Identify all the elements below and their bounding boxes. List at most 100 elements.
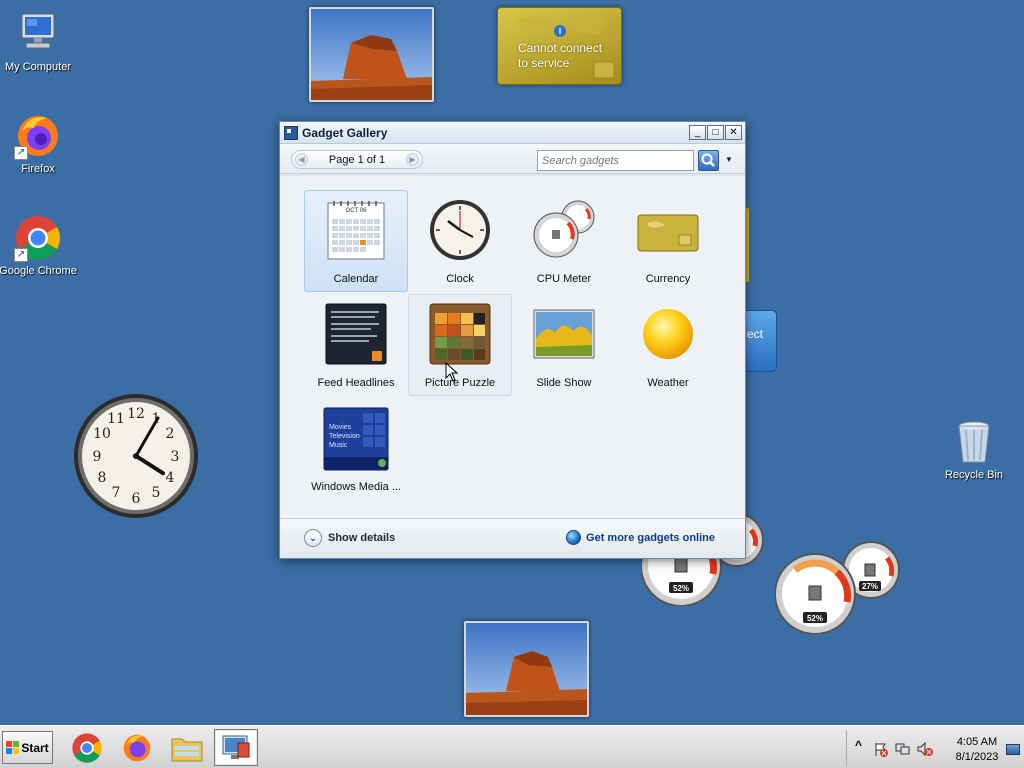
chrome-icon — [72, 732, 102, 763]
svg-text:2: 2 — [166, 426, 175, 442]
svg-text:3: 3 — [171, 449, 180, 465]
title-bar[interactable]: Gadget Gallery _ □ ✕ — [280, 122, 745, 144]
taskbar-item-chrome[interactable] — [65, 729, 109, 766]
firefox-icon — [123, 734, 151, 761]
gadget-tile-windows-media-center[interactable]: Movies Television Music Windows Media ..… — [304, 398, 408, 500]
search-options-dropdown[interactable]: ▼ — [725, 155, 733, 164]
volume-muted-icon[interactable] — [917, 741, 933, 757]
close-button[interactable]: ✕ — [725, 125, 742, 140]
gadget-label: Clock — [446, 273, 474, 285]
slideshow-gadget-2[interactable] — [464, 621, 589, 717]
clock-icon — [430, 200, 490, 260]
currency-icon — [637, 214, 699, 252]
gadgets-app-icon — [284, 125, 298, 140]
start-button[interactable]: Start — [2, 731, 53, 764]
search-button[interactable] — [698, 150, 719, 171]
gadget-label: Weather — [647, 377, 689, 389]
slide-show-icon — [533, 309, 595, 359]
gadget-tile-feed-headlines[interactable]: Feed Headlines — [304, 294, 408, 396]
hidden-gadget-edge-blue: ect — [745, 310, 777, 372]
recycle-bin-icon — [950, 418, 998, 466]
svg-text:10: 10 — [93, 426, 111, 442]
desktop-icon-firefox[interactable]: ↗ Firefox — [0, 112, 78, 175]
show-details-label: Show details — [328, 532, 396, 544]
shortcut-arrow-icon: ↗ — [14, 146, 28, 160]
folder-icon — [171, 738, 203, 761]
cpu-percentage: 52% — [672, 584, 689, 593]
gadget-tile-picture-puzzle[interactable]: Picture Puzzle — [408, 294, 512, 396]
start-label: Start — [21, 740, 49, 755]
taskbar-clock-date[interactable]: 8/1/2023 — [951, 751, 1003, 763]
get-more-gadgets-link[interactable]: Get more gadgets online — [566, 530, 715, 545]
gadget-tile-slide-show[interactable]: Slide Show — [512, 294, 616, 396]
action-center-flag-icon[interactable] — [873, 741, 889, 757]
gadgets-icon — [222, 735, 250, 759]
next-page-button[interactable]: ▶ — [406, 153, 419, 166]
desktop-icon-label: Recycle Bin — [944, 469, 1004, 481]
windows-logo-icon — [6, 741, 20, 754]
minimize-button[interactable]: _ — [689, 125, 706, 140]
window-title: Gadget Gallery — [302, 125, 388, 140]
chrome-icon: ↗ — [14, 214, 62, 262]
show-hidden-icons-button[interactable]: ^ — [855, 738, 862, 752]
taskbar-item-explorer[interactable] — [165, 729, 209, 766]
info-icon: i — [554, 25, 566, 37]
desert-photo — [466, 623, 587, 715]
show-details-button[interactable]: ⌄ Show details — [304, 529, 395, 547]
desktop-icon-chrome[interactable]: ↗ Google Chrome — [0, 214, 78, 277]
svg-text:11: 11 — [107, 411, 125, 427]
svg-text:8: 8 — [98, 470, 107, 486]
gadget-label: Picture Puzzle — [424, 377, 496, 389]
chevron-down-icon: ⌄ — [304, 529, 322, 547]
maximize-button[interactable]: □ — [707, 125, 724, 140]
gadget-label: Slide Show — [536, 377, 592, 389]
my-computer-icon — [14, 10, 62, 58]
globe-icon — [566, 530, 582, 545]
desert-photo — [311, 9, 432, 100]
desktop-icon-label: Google Chrome — [0, 265, 77, 277]
cpu-meter-gadget-2[interactable]: 52% 27% — [774, 540, 900, 635]
taskbar-item-firefox[interactable] — [115, 729, 159, 766]
taskbar: Start ^ 4:05 AM 8/1/2023 — [0, 725, 1024, 768]
gadget-tile-weather[interactable]: Weather — [616, 294, 720, 396]
taskbar-item-gadgets[interactable] — [214, 729, 258, 766]
svg-text:9: 9 — [93, 449, 102, 465]
show-desktop-button[interactable] — [1006, 744, 1020, 755]
cpu-meter-icon — [533, 200, 595, 258]
svg-text:5: 5 — [152, 485, 161, 501]
desktop-icon-label: Firefox — [21, 163, 55, 175]
firefox-icon: ↗ — [14, 112, 62, 160]
weather-icon — [643, 309, 693, 359]
mouse-cursor-icon — [445, 362, 459, 382]
media-center-menu: Movies Television Music — [329, 424, 360, 449]
search-input[interactable] — [537, 150, 694, 171]
gadget-tile-cpu-meter[interactable]: CPU Meter — [512, 190, 616, 292]
taskbar-clock-time[interactable]: 4:05 AM — [951, 736, 1003, 748]
shortcut-arrow-icon: ↗ — [14, 248, 28, 262]
desktop-icon-recycle-bin[interactable]: Recycle Bin — [934, 418, 1014, 481]
cpu-meter-icon — [774, 541, 900, 635]
desktop-icon-my-computer[interactable]: My Computer — [0, 10, 78, 73]
gallery-toolbar: ◀ Page 1 of 1 ▶ ▼ — [280, 144, 745, 174]
gadget-gallery-window[interactable]: Gadget Gallery _ □ ✕ ◀ Page 1 of 1 ▶ ▼ — [279, 121, 746, 559]
gallery-footer: ⌄ Show details Get more gadgets online — [280, 518, 745, 558]
get-more-gadgets-label: Get more gadgets online — [586, 531, 715, 544]
clock-gadget[interactable]: 1212 345 678 91011 — [72, 392, 200, 520]
network-icon[interactable] — [895, 741, 911, 757]
gadget-tile-currency[interactable]: Currency — [616, 190, 720, 292]
previous-page-button[interactable]: ◀ — [295, 153, 308, 166]
gadget-label: Windows Media ... — [311, 481, 401, 493]
desktop-icon-label: My Computer — [4, 61, 72, 73]
svg-text:4: 4 — [166, 470, 175, 486]
svg-text:12: 12 — [127, 406, 145, 422]
svg-text:6: 6 — [132, 491, 141, 507]
gadget-tile-clock[interactable]: Clock — [408, 190, 512, 292]
analog-clock-icon: 1212 345 678 91011 — [74, 394, 198, 518]
feed-headlines-icon — [325, 303, 387, 365]
gadget-label: Calendar — [333, 273, 379, 285]
currency-gadget[interactable]: Cannot connect to service — [497, 7, 622, 85]
search-icon — [701, 153, 715, 167]
slideshow-gadget[interactable] — [309, 7, 434, 102]
gadget-tile-calendar[interactable]: OCT 06 Calendar — [304, 190, 408, 292]
system-tray: ^ 4:05 AM 8/1/2023 — [846, 730, 1024, 766]
